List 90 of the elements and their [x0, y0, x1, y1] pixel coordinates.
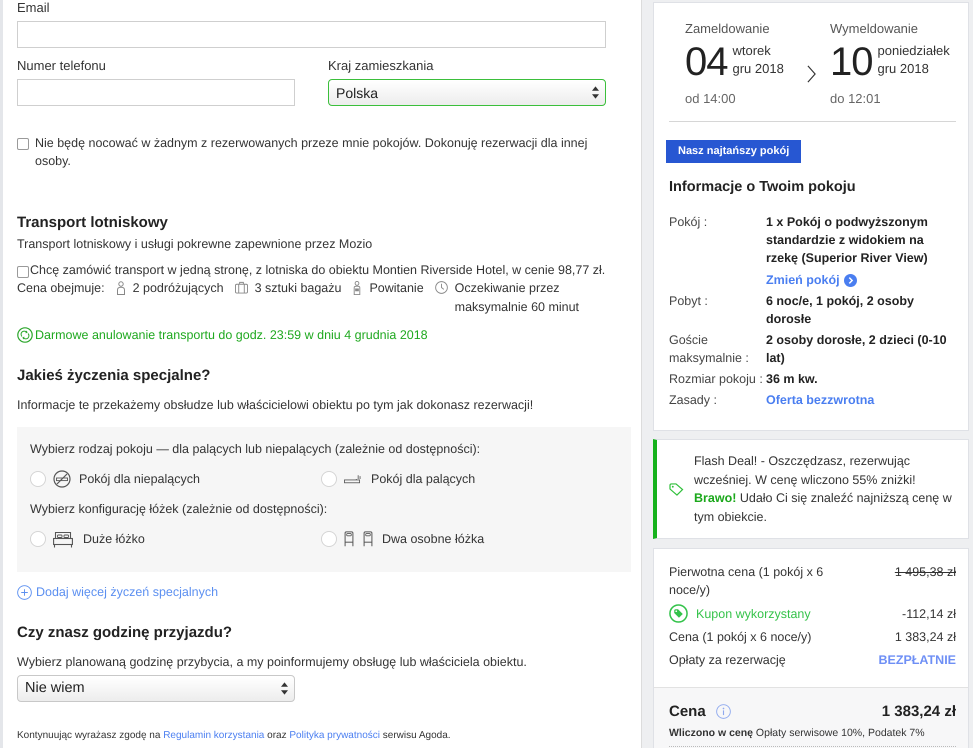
includes-label: Cena obejmuje: [17, 280, 105, 297]
field-label: Email [17, 0, 51, 16]
person-sign-icon [352, 281, 362, 295]
updown-arrows-icon [281, 682, 288, 694]
policy-link[interactable]: Oferta bezzwrotna [766, 391, 874, 409]
field-label: Numer telefonu [17, 58, 107, 74]
radio-button[interactable] [30, 531, 46, 547]
arrival-time-select[interactable]: Nie wiem [17, 674, 295, 702]
no-smoking-icon [53, 470, 71, 488]
info-value: 6 noc/e, 1 pokój, 2 osoby dorosłe [766, 293, 915, 328]
checkbox-label: Chcę zamówić transport w jedną stronę, z lotniska do obiektu Montien Riverside Hotel, w cenie 98,77 zł. [30, 262, 606, 279]
change-room-link[interactable]: Zmień pokój [766, 271, 857, 289]
option-label: Pokój dla niepalących [79, 472, 200, 486]
date-label: Wymeldowanie [830, 21, 920, 37]
single-bed-icon [363, 531, 373, 547]
section-heading: Czy znasz godzinę przyjazdu? [17, 622, 234, 642]
month-text: gru 2018 [732, 60, 784, 78]
includes-item: 3 sztuki bagażu [254, 280, 342, 297]
info-text: Informacje te przekażemy obsłudze lub właścicielowi obiektu po tym jak dokonasz rezerwacji! [17, 397, 534, 413]
price-label: Cena (1 pokój x 6 noce/y) [669, 629, 812, 646]
request-prompt: Wybierz rodzaj pokoju — dla palących lub niepalących (zależnie od dostępności): [30, 441, 482, 457]
total-label: Cena [669, 703, 706, 720]
radio-button[interactable] [321, 471, 337, 487]
radio-button[interactable] [30, 471, 46, 487]
time-text: do 12:01 [830, 91, 882, 107]
price-label: Kupon wykorzystany [696, 606, 811, 622]
phone-field[interactable] [17, 79, 295, 106]
includes-item: Oczekiwanie przez maksymalnie 60 minut [454, 280, 580, 316]
arrival-text: Wybierz planowaną godzinę przybycia, a my poinformujemy obsługę lub właściciela obiektu. [17, 654, 528, 670]
updown-arrows-icon [592, 86, 599, 99]
cigarette-icon [344, 474, 361, 484]
consent-text: Kontynuując wyrażasz zgodę na Regulamin korzystania oraz Polityka prywatności serwisu Agoda. [17, 728, 452, 742]
price-value: BEZPŁATNIE [878, 652, 956, 669]
option-label: Pokój dla palących [371, 472, 476, 486]
section-heading: Jakieś życzenia specjalne? [17, 366, 212, 386]
radio-button[interactable] [321, 531, 337, 547]
chevron-circle-icon [844, 274, 857, 286]
double-bed-icon [53, 530, 73, 548]
refresh-circle-icon [17, 327, 33, 343]
price-label: Pierwotna cena (1 pokój x 6 noce/y) [669, 564, 824, 599]
suitcase-icon [234, 281, 248, 294]
chevron-right-icon [807, 65, 816, 83]
tag-circle-icon [669, 604, 688, 623]
info-label: Goście maksymalnie : [669, 332, 750, 367]
date-label: Zameldowanie [685, 21, 771, 37]
info-label: Pobyt : [669, 293, 709, 310]
checkbox-label: Nie będę nocować w żadnym z rezerwowanych przeze mnie pokojów. Dokonuję rezerwacji dla innej osoby. [35, 135, 588, 170]
price-value: -112,14 zł [902, 606, 956, 622]
info-label: Pokój : [669, 214, 708, 231]
field-label: Kraj zamieszkania [328, 58, 434, 74]
policy-link[interactable]: Polityka prywatności [289, 730, 380, 740]
single-bed-icon [344, 531, 354, 547]
free-cancellation-text: Darmowe anulowanie transportu do godz. 23:59 w dniu 4 grudnia 2018 [35, 327, 428, 343]
info-value: 36 m kw. [766, 371, 818, 388]
total-price: 1 383,24 zł [882, 703, 956, 720]
info-value: 2 osoby dorosłe, 2 dzieci (0-10 lat) [766, 332, 948, 367]
room-info-heading: Informacje o Twoim pokoju [669, 178, 857, 197]
time-text: od 14:00 [685, 91, 737, 107]
info-label: Zasady : [669, 392, 718, 409]
clock-icon [434, 281, 448, 294]
option-label: Duże łóżko [83, 532, 145, 546]
price-value: 1 383,24 zł [894, 629, 956, 646]
info-icon[interactable] [716, 704, 731, 719]
info-label: Rozmiar pokoju : [669, 371, 764, 388]
email-field[interactable] [17, 21, 606, 48]
provider-text: Transport lotniskowy i usługi pokrewne zapewnione przez Mozio [17, 236, 374, 252]
included-fees-text: Wliczono w cenę Opłaty serwisowe 10%, Podatek 7% [669, 726, 956, 747]
info-value: 1 x Pokój o podwyższonym standardzie z widokiem na rzekę (Superior River View) [766, 214, 929, 267]
includes-item: Powitanie [369, 280, 424, 297]
person-icon [116, 281, 126, 295]
request-prompt: Wybierz konfigurację łóżek (zależnie od dostępności): [30, 501, 328, 517]
section-heading: Transport lotniskowy [17, 213, 169, 233]
checkbox[interactable] [17, 266, 29, 278]
includes-item: 2 podróżujących [132, 280, 224, 297]
policy-link[interactable]: Regulamin korzystania [163, 730, 264, 740]
weekday-text: wtorek [732, 42, 772, 60]
add-requests-link[interactable]: Dodaj więcej życzeń specjalnych [17, 584, 218, 600]
weekday-text: poniedziałek [878, 42, 950, 60]
month-text: gru 2018 [878, 60, 930, 78]
day-number: 10 [830, 42, 872, 82]
deal-text: Flash Deal! - Oszczędzasz, rezerwując wcześniej. W cenę wliczono 55% zniżki! Brawo! Udało Ci się znaleźć najniższą cenę w tym obiekcie. [694, 453, 953, 526]
cheapest-room-badge: Nasz najtańszy pokój [666, 140, 802, 163]
country-select[interactable]: Polska [328, 79, 606, 106]
day-number: 04 [685, 42, 728, 82]
price-value: 1 495,38 zł [894, 564, 956, 581]
tag-icon [669, 482, 684, 496]
checkbox[interactable] [17, 138, 29, 150]
price-label: Opłaty za rezerwację [669, 652, 786, 669]
plus-circle-icon [17, 584, 32, 600]
option-label: Dwa osobne łóżka [382, 532, 484, 546]
